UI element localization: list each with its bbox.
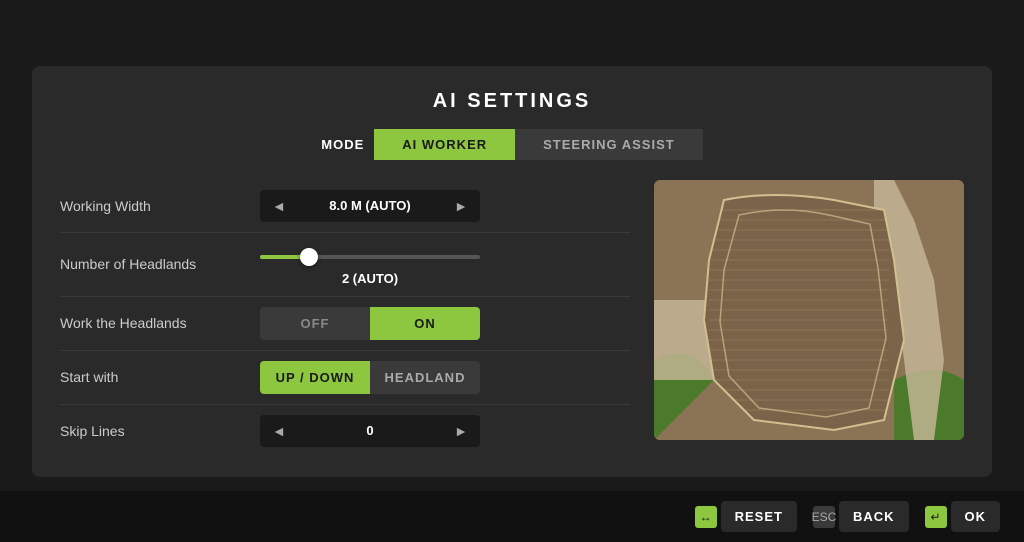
skip-lines-control: ◄ 0 ►: [260, 415, 630, 447]
headlands-control: 2 (AUTO): [260, 243, 630, 286]
tab-steering-assist[interactable]: STEERING ASSIST: [515, 129, 703, 160]
work-headlands-toggle: OFF ON: [260, 307, 480, 340]
reset-label: RESET: [735, 509, 783, 524]
setting-row-working-width: Working Width ◄ 8.0 M (AUTO) ►: [60, 180, 630, 233]
headlands-slider[interactable]: [260, 243, 480, 271]
work-headlands-on[interactable]: ON: [370, 307, 480, 340]
settings-panel: Working Width ◄ 8.0 M (AUTO) ► Number of…: [60, 180, 630, 457]
slider-thumb[interactable]: [300, 248, 318, 266]
skip-lines-stepper: ◄ 0 ►: [260, 415, 480, 447]
page-title: AI SETTINGS: [60, 90, 964, 113]
slider-track: [260, 255, 480, 259]
working-width-control: ◄ 8.0 M (AUTO) ►: [260, 190, 630, 222]
start-with-toggle: UP / DOWN HEADLAND: [260, 361, 480, 394]
content-area: Working Width ◄ 8.0 M (AUTO) ► Number of…: [60, 180, 964, 457]
working-width-value: 8.0 M (AUTO): [298, 198, 442, 213]
map-svg: [654, 180, 964, 440]
headlands-label: Number of Headlands: [60, 256, 260, 272]
working-width-next[interactable]: ►: [442, 190, 480, 222]
start-with-updown[interactable]: UP / DOWN: [260, 361, 370, 394]
back-label: BACK: [853, 509, 895, 524]
working-width-prev[interactable]: ◄: [260, 190, 298, 222]
work-headlands-label: Work the Headlands: [60, 315, 260, 331]
reset-icon: ↔: [695, 506, 717, 528]
main-panel: AI SETTINGS MODE AI WORKER STEERING ASSI…: [32, 66, 992, 477]
ok-button[interactable]: OK: [951, 501, 1001, 532]
back-button[interactable]: BACK: [839, 501, 909, 532]
setting-row-skip-lines: Skip Lines ◄ 0 ►: [60, 405, 630, 457]
work-headlands-off[interactable]: OFF: [260, 307, 370, 340]
setting-row-headlands: Number of Headlands 2 (AUTO): [60, 233, 630, 297]
map-image: [654, 180, 964, 440]
skip-lines-prev[interactable]: ◄: [260, 415, 298, 447]
skip-lines-next[interactable]: ►: [442, 415, 480, 447]
esc-icon: ESC: [813, 506, 835, 528]
slider-fill: [260, 255, 304, 259]
work-headlands-control: OFF ON: [260, 307, 630, 340]
skip-lines-label: Skip Lines: [60, 423, 260, 439]
setting-row-work-headlands: Work the Headlands OFF ON: [60, 297, 630, 351]
mode-label: MODE: [321, 137, 364, 152]
working-width-label: Working Width: [60, 198, 260, 214]
skip-lines-value: 0: [298, 423, 442, 438]
setting-row-start-with: Start with UP / DOWN HEADLAND: [60, 351, 630, 405]
tab-ai-worker[interactable]: AI WORKER: [374, 129, 515, 160]
ok-label: OK: [965, 509, 987, 524]
ok-icon: ↵: [925, 506, 947, 528]
bottom-bar: ↔ RESET ESC BACK ↵ OK: [0, 491, 1024, 542]
headlands-value: 2 (AUTO): [260, 271, 480, 286]
working-width-stepper: ◄ 8.0 M (AUTO) ►: [260, 190, 480, 222]
start-with-headland[interactable]: HEADLAND: [370, 361, 480, 394]
map-panel: [654, 180, 964, 457]
start-with-control: UP / DOWN HEADLAND: [260, 361, 630, 394]
start-with-label: Start with: [60, 369, 260, 385]
tab-bar: MODE AI WORKER STEERING ASSIST: [60, 129, 964, 160]
reset-button[interactable]: RESET: [721, 501, 797, 532]
